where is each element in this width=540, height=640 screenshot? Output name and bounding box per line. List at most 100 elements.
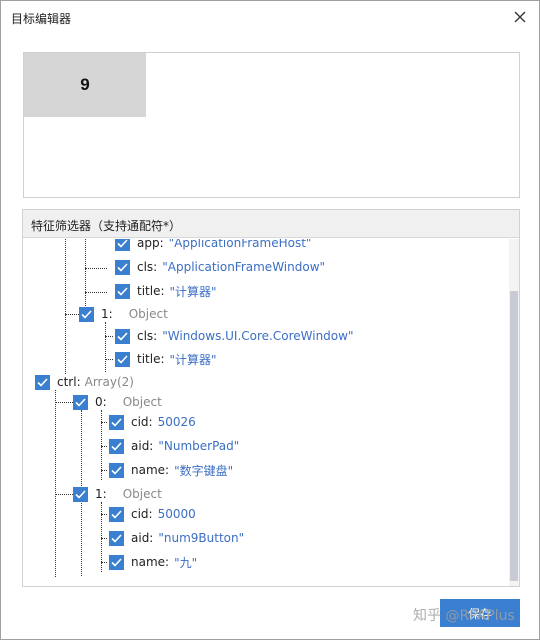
tree-row-title: title: "计算器" xyxy=(115,280,217,302)
tree-branch-line xyxy=(55,494,73,495)
tree-row-object-1: 1: Object xyxy=(73,483,162,505)
tree-key: 0: xyxy=(95,395,107,409)
tree-branch-line xyxy=(85,292,107,293)
checkmark-icon xyxy=(111,557,122,567)
checkbox-cls[interactable] xyxy=(115,328,130,344)
tree-value: "NumberPad" xyxy=(158,439,240,453)
checkbox-cid[interactable] xyxy=(109,414,124,430)
tree-key: ctrl: xyxy=(57,375,81,389)
vertical-scrollbar[interactable] xyxy=(509,239,519,586)
tree-branch-line xyxy=(101,538,107,539)
target-editor-window: 目标编辑器 9 特征筛选器（支持通配符*） app: "ApplicationF… xyxy=(0,0,540,640)
checkmark-icon xyxy=(111,509,122,519)
checkbox-name[interactable] xyxy=(109,462,124,478)
preview-element-tile: 9 xyxy=(24,53,146,117)
checkbox-title[interactable] xyxy=(115,351,130,367)
tree-row-title: title: "计算器" xyxy=(115,348,217,370)
tree-key: cls: xyxy=(137,329,158,343)
tree-row-aid: aid: "num9Button" xyxy=(109,527,244,549)
tree-row-object-1: 1: Object xyxy=(79,303,168,325)
tree-value: 50026 xyxy=(157,415,196,429)
checkmark-icon xyxy=(81,309,92,319)
checkmark-icon xyxy=(111,465,122,475)
tree-value: "计算器" xyxy=(169,352,217,367)
checkmark-icon xyxy=(117,239,128,248)
checkbox-aid[interactable] xyxy=(109,438,124,454)
tree-key: title: xyxy=(137,352,165,366)
tree-value: "ApplicationFrameWindow" xyxy=(162,260,326,274)
tree-key: cid: xyxy=(131,415,153,429)
window-title: 目标编辑器 xyxy=(11,12,72,26)
tree-key: 1: xyxy=(95,487,107,501)
tree-key: app: xyxy=(137,239,164,250)
checkbox-aid[interactable] xyxy=(109,530,124,546)
checkbox-object-0[interactable] xyxy=(73,394,88,410)
tree-row-cid: cid: 50026 xyxy=(109,411,196,433)
checkbox-ctrl[interactable] xyxy=(35,374,50,390)
tree-key: 1: xyxy=(101,307,113,321)
tree-key: aid: xyxy=(131,439,154,453)
checkmark-icon xyxy=(117,354,128,364)
tree-guide-line xyxy=(105,322,106,372)
checkbox-cls[interactable] xyxy=(115,259,130,275)
tree-branch-line xyxy=(101,422,107,423)
filter-header: 特征筛选器（支持通配符*） xyxy=(23,210,519,238)
close-button[interactable] xyxy=(507,5,533,29)
checkmark-icon xyxy=(111,417,122,427)
checkmark-icon xyxy=(75,489,86,499)
tree-row-name: name: "九" xyxy=(109,551,197,573)
tree-type: Array(2) xyxy=(84,375,134,389)
tree-value: "数字键盘" xyxy=(174,463,234,478)
checkmark-icon xyxy=(117,331,128,341)
tree-row-aid: aid: "NumberPad" xyxy=(109,435,239,457)
checkbox-name[interactable] xyxy=(109,554,124,570)
tree-branch-line xyxy=(55,402,73,403)
tree-value: "九" xyxy=(174,555,198,570)
checkbox-cid[interactable] xyxy=(109,506,124,522)
tree-value: 50000 xyxy=(157,507,196,521)
tree-type: Object xyxy=(128,307,168,321)
tree-branch-line xyxy=(85,268,107,269)
tree-type: Object xyxy=(122,487,162,501)
checkbox-object-1[interactable] xyxy=(73,486,88,502)
checkbox-title[interactable] xyxy=(115,283,130,299)
tree-branch-line xyxy=(101,470,107,471)
tree-guide-line xyxy=(55,390,56,577)
tree-value: "num9Button" xyxy=(158,531,245,545)
tree-key: name: xyxy=(131,463,170,477)
tree-value: "ApplicationFrameHost" xyxy=(168,239,312,250)
tree-row-app: app: "ApplicationFrameHost" xyxy=(115,239,311,254)
tree-type: Object xyxy=(122,395,162,409)
tree-branch-line xyxy=(101,514,107,515)
tree-branch-line xyxy=(105,359,113,360)
tree-branch-line xyxy=(105,336,113,337)
checkbox-app[interactable] xyxy=(115,239,130,251)
checkmark-icon xyxy=(75,397,86,407)
close-icon xyxy=(514,11,526,23)
checkmark-icon xyxy=(111,441,122,451)
feature-tree: app: "ApplicationFrameHost" cls: "Applic… xyxy=(23,239,509,586)
title-bar: 目标编辑器 xyxy=(1,1,539,33)
tree-key: aid: xyxy=(131,531,154,545)
tree-value: "计算器" xyxy=(169,284,217,299)
checkbox-object-1[interactable] xyxy=(79,306,94,322)
feature-filter-panel: 特征筛选器（支持通配符*） app: "ApplicationFrameHost… xyxy=(22,209,520,587)
tree-value: "Windows.UI.Core.CoreWindow" xyxy=(162,329,354,343)
tree-key: title: xyxy=(137,284,165,298)
tree-row-cls: cls: "Windows.UI.Core.CoreWindow" xyxy=(115,325,353,347)
checkmark-icon xyxy=(117,262,128,272)
tree-row-object-0: 0: Object xyxy=(73,391,162,413)
filter-header-label: 特征筛选器（支持通配符*） xyxy=(31,219,182,233)
tree-guide-line xyxy=(65,239,66,374)
tree-key: cls: xyxy=(137,260,158,274)
target-preview: 9 xyxy=(23,52,520,198)
tree-branch-line xyxy=(101,446,107,447)
checkmark-icon xyxy=(111,533,122,543)
scrollbar-thumb[interactable] xyxy=(510,291,518,581)
tree-key: cid: xyxy=(131,507,153,521)
tree-branch-line xyxy=(101,562,107,563)
checkmark-icon xyxy=(117,286,128,296)
save-button[interactable]: 保存 xyxy=(440,599,520,627)
tree-branch-line xyxy=(65,314,79,315)
tree-key: name: xyxy=(131,555,170,569)
